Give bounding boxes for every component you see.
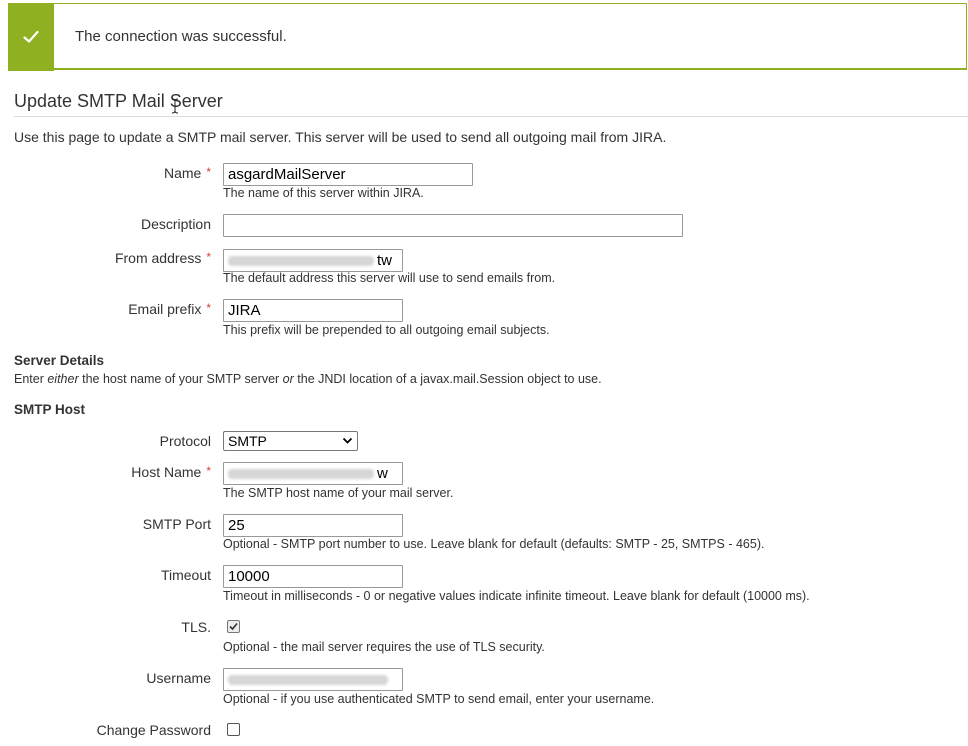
checkmark-icon — [229, 622, 238, 631]
change-password-checkbox[interactable] — [227, 723, 240, 736]
timeout-label-text: Timeout — [160, 567, 211, 583]
redacted-text — [228, 675, 388, 686]
sd-desc-part: the host name of your SMTP server — [78, 372, 283, 386]
protocol-select[interactable]: SMTP — [223, 431, 358, 451]
host-name-label: Host Name * — [11, 464, 211, 480]
protocol-label: Protocol — [11, 433, 211, 449]
from-address-label-text: From address — [114, 250, 202, 266]
from-address-description: The default address this server will use… — [223, 271, 556, 285]
server-details-description: Enter either the host name of your SMTP … — [14, 372, 602, 386]
smtp-port-label-text: SMTP Port — [142, 516, 211, 532]
success-message-banner: The connection was successful. — [8, 3, 967, 71]
timeout-input[interactable]: 10000 — [223, 565, 403, 588]
change-password-label-text: Change Password — [96, 722, 211, 738]
email-prefix-description: This prefix will be prepended to all out… — [223, 323, 550, 337]
smtp-port-input[interactable]: 25 — [223, 514, 403, 537]
description-label: Description — [11, 216, 211, 232]
tls-label-text: TLS. — [181, 619, 211, 635]
checkmark-icon — [23, 30, 39, 43]
sd-desc-emphasis: either — [47, 372, 79, 386]
text-cursor-icon — [171, 98, 179, 114]
tls-label: TLS. — [11, 619, 211, 635]
title-divider — [14, 116, 968, 117]
email-prefix-label-text: Email prefix — [128, 301, 202, 317]
redacted-text — [228, 469, 374, 480]
host-name-label-text: Host Name — [131, 464, 202, 480]
smtp-port-label: SMTP Port — [11, 516, 211, 532]
email-prefix-label: Email prefix * — [11, 301, 211, 317]
required-marker: * — [206, 250, 211, 264]
page-title: Update SMTP Mail Server — [14, 91, 223, 111]
tls-description: Optional - the mail server requires the … — [223, 640, 545, 654]
host-name-description: The SMTP host name of your mail server. — [223, 486, 454, 500]
protocol-selected-value: SMTP — [228, 433, 267, 449]
sd-desc-part: the JNDI location of a javax.mail.Sessio… — [293, 372, 602, 386]
username-input[interactable] — [223, 668, 403, 691]
success-icon-box — [8, 3, 54, 71]
from-address-input[interactable]: tw — [223, 249, 403, 272]
tls-checkbox[interactable] — [227, 620, 240, 633]
timeout-label: Timeout — [11, 567, 211, 583]
username-description: Optional - if you use authenticated SMTP… — [223, 692, 655, 706]
banner-message: The connection was successful. — [75, 28, 287, 45]
protocol-label-text: Protocol — [159, 433, 211, 449]
name-input[interactable]: asgardMailServer — [223, 163, 473, 186]
name-label-text: Name — [163, 165, 202, 181]
host-name-visible-text: w — [377, 465, 388, 482]
sd-desc-emphasis: or — [282, 372, 294, 386]
smtp-port-description: Optional - SMTP port number to use. Leav… — [223, 537, 765, 551]
server-details-heading: Server Details — [14, 353, 105, 368]
change-password-label: Change Password — [11, 722, 211, 738]
username-label: Username — [11, 670, 211, 686]
from-address-label: From address * — [11, 250, 211, 266]
required-marker: * — [206, 464, 211, 478]
name-label: Name * — [11, 165, 211, 181]
timeout-description: Timeout in milliseconds - 0 or negative … — [223, 589, 810, 603]
redacted-text — [228, 256, 374, 267]
from-address-visible-text: tw — [377, 252, 392, 269]
sd-desc-part: Enter — [14, 372, 48, 386]
smtp-host-heading: SMTP Host — [14, 402, 86, 417]
description-label-text: Description — [140, 216, 211, 232]
page-intro: Use this page to update a SMTP mail serv… — [14, 129, 667, 145]
email-prefix-input[interactable]: JIRA — [223, 299, 403, 322]
name-description: The name of this server within JIRA. — [223, 186, 424, 200]
host-name-input[interactable]: w — [223, 462, 403, 485]
required-marker: * — [206, 165, 211, 179]
chevron-down-icon — [342, 437, 353, 444]
required-marker: * — [206, 301, 211, 315]
username-label-text: Username — [146, 670, 211, 686]
description-input[interactable] — [223, 214, 683, 237]
